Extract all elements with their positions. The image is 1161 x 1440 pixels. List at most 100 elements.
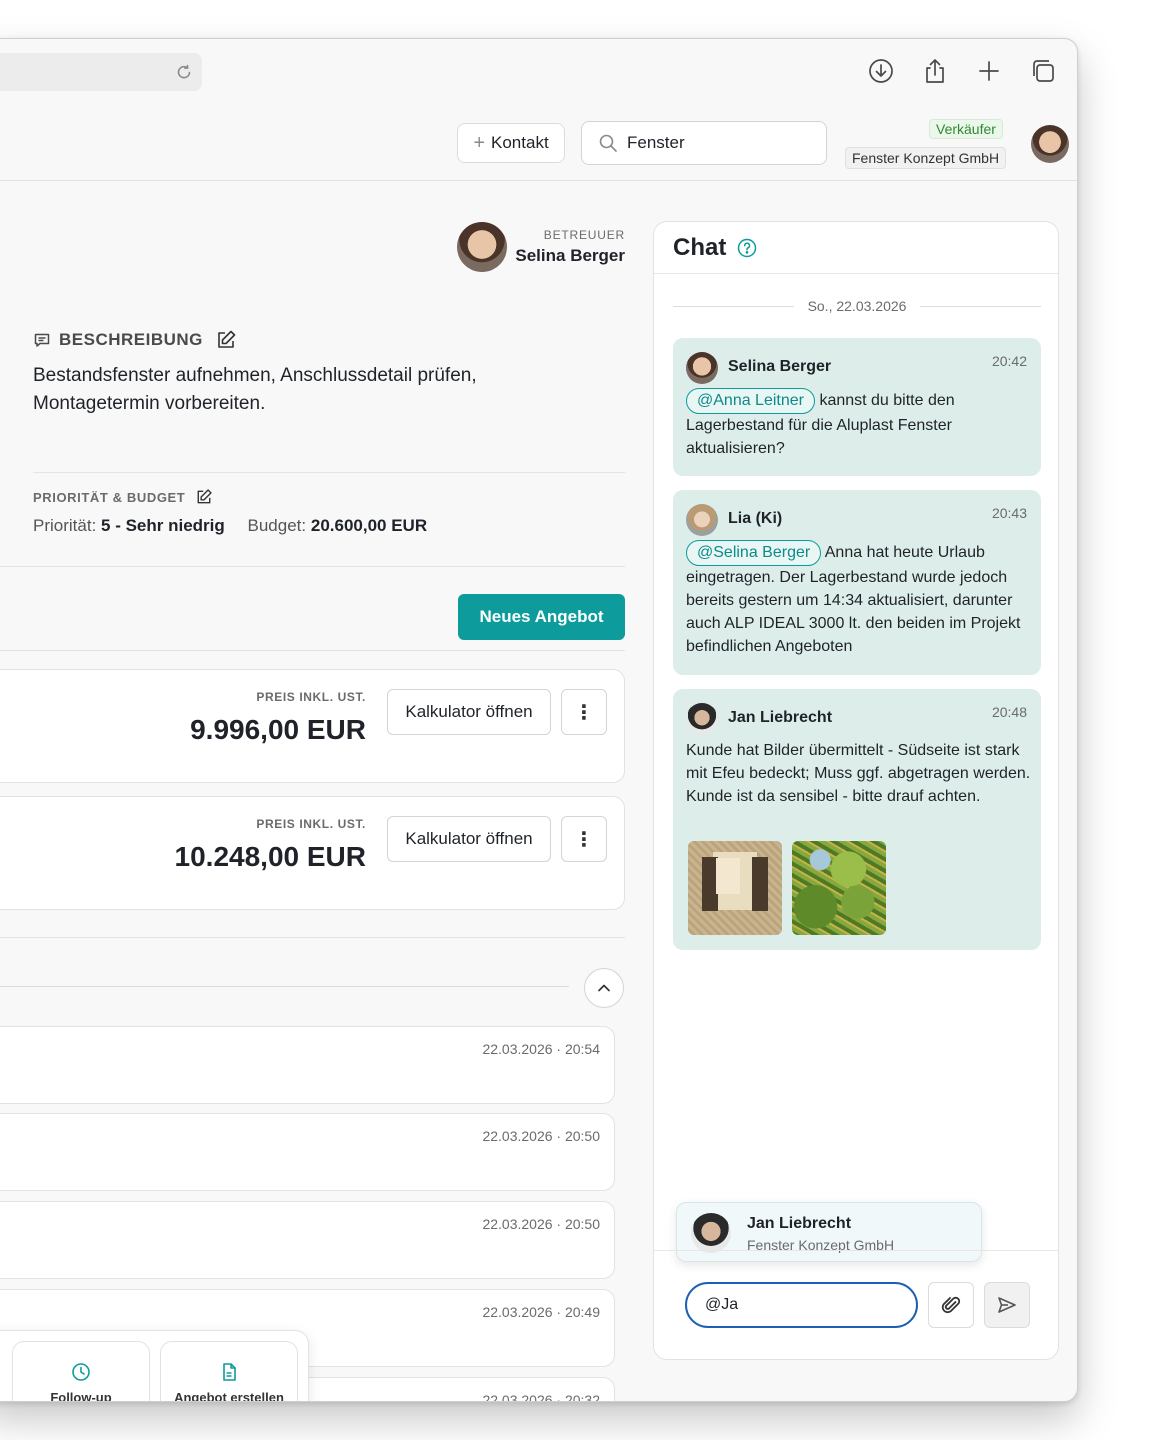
open-calculator-button[interactable]: Kalkulator öffnen (387, 689, 551, 735)
priority-header: PRIORITÄT & BUDGET (33, 488, 213, 506)
price-label: PREIS INKL. UST. (256, 817, 366, 831)
more-options-button[interactable]: ⋮ (561, 689, 607, 735)
edit-description-icon[interactable] (215, 329, 237, 351)
priority-label: Priorität: (33, 516, 97, 535)
activity-item[interactable]: 22.03.2026 · 20:54 (0, 1026, 615, 1104)
attach-button[interactable] (928, 1282, 974, 1328)
description-title: BESCHREIBUNG (59, 330, 203, 349)
chat-message: Jan Liebrecht 20:48 Kunde hat Bilder übe… (673, 689, 1041, 950)
chat-message: Lia (Ki) 20:43 @Selina Berger Anna hat h… (673, 490, 1041, 675)
offer-card: PREIS INKL. UST. 9.996,00 EUR Kalkulator… (0, 669, 625, 783)
chat-header: Chat (654, 222, 1058, 274)
divider (33, 472, 625, 473)
message-avatar (686, 504, 718, 536)
help-icon[interactable] (737, 238, 757, 258)
image-attachment[interactable] (688, 841, 782, 935)
quick-actions-bar: Follow-up Angebot erstellen (0, 1330, 309, 1402)
message-body: @Selina Berger Anna hat heute Urlaub ein… (686, 540, 1031, 658)
address-bar[interactable] (0, 53, 202, 91)
divider (0, 566, 625, 567)
section-divider (0, 986, 569, 987)
message-time: 20:42 (991, 353, 1027, 369)
kebab-icon: ⋮ (574, 828, 594, 851)
paperclip-icon (941, 1296, 961, 1314)
comment-icon (34, 333, 50, 347)
assignee: BETREUUER Selina Berger (457, 222, 625, 274)
browser-window: + Kontakt Verkäufer Fenster Konzept GmbH… (0, 38, 1078, 1402)
activity-timestamp: 22.03.2026 · 20:32 (482, 1392, 600, 1402)
offer-price: 10.248,00 EUR (174, 841, 366, 872)
search-input[interactable] (627, 130, 817, 156)
suggestion-avatar (691, 1213, 731, 1253)
assignee-avatar (457, 222, 507, 272)
browser-toolbar (0, 39, 1077, 105)
chat-panel: Chat So., 22.03.2026 Selina Berger 20:42… (653, 221, 1059, 1360)
message-body: @Anna Leitner kannst du bitte den Lagerb… (686, 388, 1031, 460)
activity-item[interactable]: 22.03.2026 · 20:50 (0, 1113, 615, 1191)
assignee-label: BETREUUER (543, 228, 625, 242)
search-icon (599, 134, 617, 152)
new-tab-icon[interactable] (975, 57, 1003, 85)
share-icon[interactable] (921, 57, 949, 85)
send-icon (998, 1297, 1016, 1313)
activity-timestamp: 22.03.2026 · 20:49 (482, 1304, 600, 1320)
clock-icon (72, 1362, 90, 1381)
message-author: Lia (Ki) (728, 510, 783, 527)
message-avatar (686, 352, 718, 384)
reload-icon[interactable] (174, 62, 194, 82)
message-author: Selina Berger (728, 358, 832, 375)
send-button[interactable] (984, 1282, 1030, 1328)
activity-timestamp: 22.03.2026 · 20:50 (482, 1128, 600, 1144)
app-header: + Kontakt Verkäufer Fenster Konzept GmbH (0, 105, 1077, 181)
activity-item[interactable]: 22.03.2026 · 20:50 (0, 1201, 615, 1279)
document-icon (223, 1362, 236, 1381)
message-avatar (686, 703, 718, 735)
search-box[interactable] (581, 121, 827, 165)
add-contact-button[interactable]: + Kontakt (457, 123, 565, 163)
activity-timestamp: 22.03.2026 · 20:50 (482, 1216, 600, 1232)
add-contact-label: Kontakt (491, 133, 549, 152)
message-input[interactable] (705, 1294, 905, 1316)
image-attachment[interactable] (792, 841, 886, 935)
collapse-button[interactable] (584, 968, 624, 1008)
message-time: 20:48 (991, 704, 1027, 720)
message-author: Jan Liebrecht (728, 709, 833, 726)
description-text: Bestandsfenster aufnehmen, Anschlussdeta… (33, 365, 477, 414)
assignee-name: Selina Berger (515, 246, 625, 265)
divider (0, 650, 625, 651)
activity-timestamp: 22.03.2026 · 20:54 (482, 1041, 600, 1057)
role-badge: Verkäufer (929, 119, 1003, 139)
divider (0, 937, 625, 938)
date-separator: So., 22.03.2026 (673, 296, 1041, 316)
user-avatar[interactable] (1031, 125, 1069, 163)
mention-suggestion[interactable]: Jan Liebrecht Fenster Konzept GmbH (676, 1202, 982, 1262)
create-offer-button[interactable]: Angebot erstellen (160, 1341, 298, 1401)
description-header: BESCHREIBUNG (33, 329, 237, 351)
message-time: 20:43 (991, 505, 1027, 521)
budget-value: 20.600,00 EUR (310, 516, 428, 535)
date-label: So., 22.03.2026 (807, 298, 907, 314)
edit-priority-icon[interactable] (195, 488, 213, 506)
kebab-icon: ⋮ (574, 701, 594, 724)
suggestion-name: Jan Liebrecht (747, 1215, 852, 1232)
chevron-up-icon (598, 984, 610, 992)
follow-up-button[interactable]: Follow-up (12, 1341, 150, 1402)
composer-divider (654, 1250, 1058, 1251)
tabs-icon[interactable] (1029, 57, 1057, 85)
chat-title: Chat (673, 234, 727, 261)
mention-chip[interactable]: @Selina Berger (686, 540, 822, 566)
priority-value: 5 - Sehr niedrig (101, 516, 225, 535)
offer-card: PREIS INKL. UST. 10.248,00 EUR Kalkulato… (0, 796, 625, 910)
offer-price: 9.996,00 EUR (190, 714, 366, 745)
chat-message: Selina Berger 20:42 @Anna Leitner kannst… (673, 338, 1041, 476)
download-icon[interactable] (867, 57, 895, 85)
more-options-button[interactable]: ⋮ (561, 816, 607, 862)
message-composer[interactable] (685, 1282, 918, 1328)
new-offer-button[interactable]: Neues Angebot (458, 594, 625, 640)
mention-chip[interactable]: @Anna Leitner (686, 388, 815, 414)
follow-up-label: Follow-up (50, 1389, 112, 1402)
open-calculator-button[interactable]: Kalkulator öffnen (387, 816, 551, 862)
priority-budget-line: Priorität: 5 - Sehr niedrig Budget: 20.6… (33, 516, 427, 536)
priority-title: PRIORITÄT & BUDGET (33, 489, 186, 505)
plus-icon: + (473, 132, 486, 154)
